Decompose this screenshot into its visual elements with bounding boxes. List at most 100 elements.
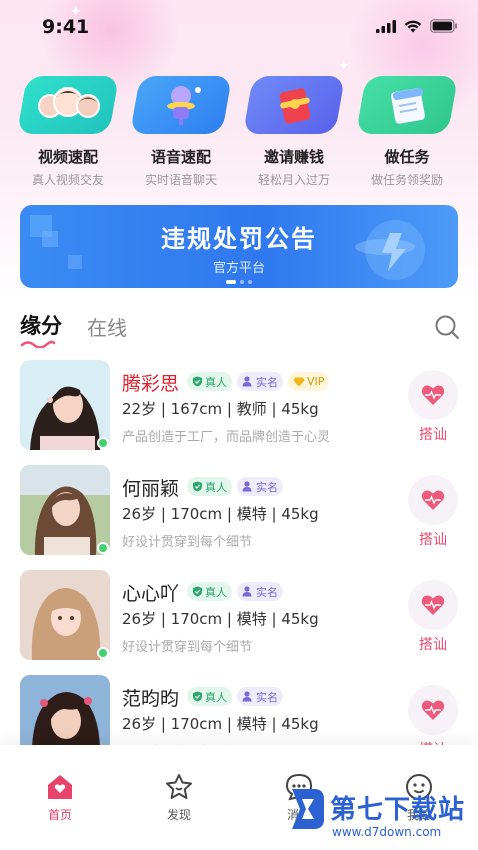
badge-real-person: 真人 <box>187 477 232 496</box>
user-bio: 产品创造于工厂，而品牌创造于心灵 <box>122 430 331 445</box>
carousel-dot <box>240 280 244 284</box>
badge-verified: 实名 <box>237 372 283 391</box>
avatar[interactable] <box>20 570 110 660</box>
banner-title: 违规处罚公告 <box>161 225 317 253</box>
feature-subtitle: 真人视频交友 <box>31 173 104 187</box>
user-badges: 真人 实名 <box>187 687 283 706</box>
watermark-url: www.d7down.com <box>332 825 442 839</box>
feature-title: 视频速配 <box>37 148 98 166</box>
status-bar: 9:41 <box>0 0 478 56</box>
search-icon[interactable] <box>434 314 460 340</box>
watermark-title: 第七下载站 <box>330 795 466 825</box>
user-info: 26岁 | 170cm | 模特 | 45kg <box>122 610 319 628</box>
user-bio: 好设计贯穿到每个细节 <box>122 535 253 550</box>
feature-subtitle: 轻松月入过万 <box>257 173 330 187</box>
shield-check-icon <box>193 376 202 387</box>
user-badges: 真人 实名 <box>187 477 283 496</box>
list-item[interactable]: 心心吖 真人 实名 26岁 | 170cm | 模特 | 45kg 好设计贯穿到… <box>0 570 478 662</box>
user-name: 腾彩思 <box>122 373 180 395</box>
badge-real-person: 真人 <box>187 687 232 706</box>
badge-verified: 实名 <box>237 687 283 706</box>
video-match-icon <box>16 76 120 134</box>
nav-item-discover[interactable]: 发现 <box>149 773 209 823</box>
heart-pulse-icon <box>408 685 458 735</box>
user-verified-icon <box>242 691 252 702</box>
badge-label: VIP <box>307 375 325 388</box>
nav-label: 发现 <box>166 808 191 822</box>
user-name: 范昀昀 <box>122 688 180 710</box>
announcement-banner[interactable]: 违规处罚公告 官方平台 <box>20 205 458 288</box>
avatar[interactable] <box>20 465 110 555</box>
quick-features: 视频速配 真人视频交友 语音速配 实时语音聊天 邀请赚钱 轻松月入过万 做任务 … <box>0 76 478 188</box>
user-verified-icon <box>242 586 252 597</box>
list-item[interactable]: 何丽颖 真人 实名 26岁 | 170cm | 模特 | 45kg 好设计贯穿到… <box>0 465 478 557</box>
calendar-task-icon <box>355 76 459 134</box>
feed-tabs: 缘分 在线 <box>20 310 460 350</box>
badge-label: 实名 <box>256 585 278 599</box>
online-indicator <box>97 542 109 554</box>
badge-verified: 实名 <box>237 477 283 496</box>
heart-pulse-icon <box>408 475 458 525</box>
feature-video-match[interactable]: 视频速配 真人视频交友 <box>12 76 124 188</box>
online-indicator <box>97 647 109 659</box>
battery-icon <box>430 19 457 33</box>
feature-invite-earn[interactable]: 邀请赚钱 轻松月入过万 <box>238 76 350 188</box>
home-icon <box>46 773 74 801</box>
user-info: 26岁 | 170cm | 模特 | 45kg <box>122 505 319 523</box>
red-envelope-icon <box>242 76 346 134</box>
status-time: 9:41 <box>42 16 90 38</box>
avatar[interactable] <box>20 360 110 450</box>
greet-button[interactable]: 搭讪 <box>408 370 458 444</box>
greet-label: 搭讪 <box>419 427 447 443</box>
feature-subtitle: 做任务领奖励 <box>370 173 443 187</box>
diamond-icon <box>293 377 305 386</box>
nav-item-home[interactable]: 首页 <box>30 773 90 823</box>
badge-label: 真人 <box>205 480 227 494</box>
feature-title: 语音速配 <box>150 148 211 166</box>
online-indicator <box>97 437 109 449</box>
greet-button[interactable]: 搭讪 <box>408 475 458 549</box>
list-item[interactable]: 腾彩思 真人 实名 VIP 22岁 | 167cm | 教师 | 45kg 产品… <box>0 360 478 452</box>
user-verified-icon <box>242 376 252 387</box>
discover-icon <box>165 773 193 801</box>
sparkle-icon: ✦ <box>338 58 350 74</box>
badge-label: 实名 <box>256 480 278 494</box>
user-info: 22岁 | 167cm | 教师 | 45kg <box>122 400 319 418</box>
microphone-icon <box>129 76 233 134</box>
carousel-indicator <box>20 280 458 284</box>
badge-verified: 实名 <box>237 582 283 601</box>
heart-pulse-icon <box>408 580 458 630</box>
tab-active-indicator <box>20 340 56 348</box>
user-name: 心心吖 <box>122 583 180 605</box>
greet-button[interactable]: 搭讪 <box>408 580 458 654</box>
greet-label: 搭讪 <box>419 637 447 653</box>
shield-check-icon <box>193 586 202 597</box>
feature-subtitle: 实时语音聊天 <box>144 173 217 187</box>
feature-voice-match[interactable]: 语音速配 实时语音聊天 <box>125 76 237 188</box>
tab-fate[interactable]: 缘分 <box>20 310 62 340</box>
carousel-dot-active <box>226 280 236 284</box>
greet-label: 搭讪 <box>419 532 447 548</box>
status-icons <box>376 19 458 33</box>
badge-label: 真人 <box>205 690 227 704</box>
badge-real-person: 真人 <box>187 582 232 601</box>
shield-check-icon <box>193 481 202 492</box>
badge-vip: VIP <box>288 372 330 391</box>
feature-title: 邀请赚钱 <box>263 148 324 166</box>
heart-pulse-icon <box>408 370 458 420</box>
signal-icon <box>376 19 396 33</box>
badge-real-person: 真人 <box>187 372 232 391</box>
user-badges: 真人 实名 <box>187 582 283 601</box>
feature-title: 做任务 <box>384 148 430 166</box>
badge-label: 实名 <box>256 690 278 704</box>
tab-online[interactable]: 在线 <box>87 312 127 341</box>
user-verified-icon <box>242 481 252 492</box>
nav-label: 首页 <box>47 808 72 822</box>
user-name: 何丽颖 <box>122 478 180 500</box>
user-info: 26岁 | 170cm | 模特 | 45kg <box>122 715 319 733</box>
watermark: 第七下载站 www.d7down.com <box>288 785 478 850</box>
banner-subtitle: 官方平台 <box>212 261 265 276</box>
feature-tasks[interactable]: 做任务 做任务领奖励 <box>351 76 463 188</box>
watermark-logo <box>292 789 324 829</box>
badge-label: 真人 <box>205 375 227 389</box>
